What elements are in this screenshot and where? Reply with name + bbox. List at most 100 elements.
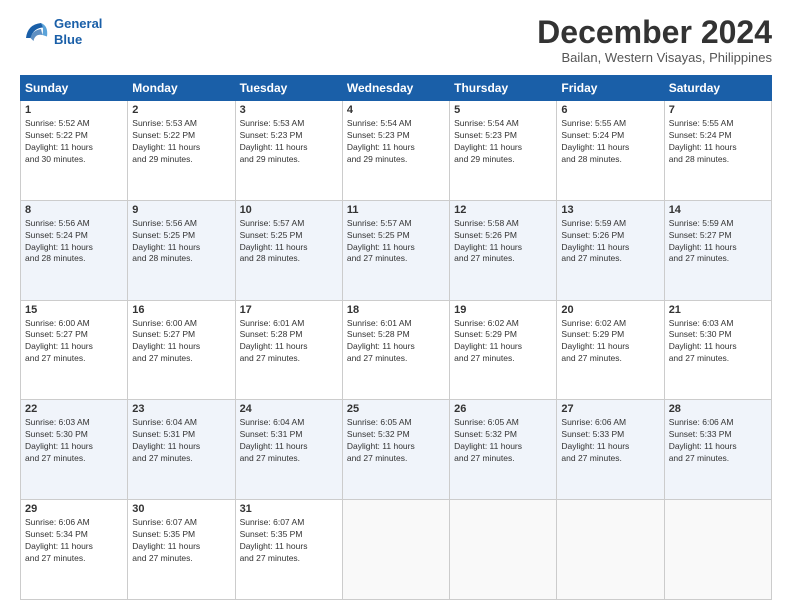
day-number: 31 [240,503,338,515]
calendar-cell: 14Sunrise: 5:59 AM Sunset: 5:27 PM Dayli… [664,200,771,300]
calendar-cell: 7 Sunrise: 5:55 AM Sunset: 5:24 PM Daylig… [664,101,771,201]
weekday-header-saturday: Saturday [664,76,771,101]
day-info: Sunrise: 5:54 AM Sunset: 5:23 PM Dayligh… [347,118,445,166]
day-info: Sunrise: 6:05 AM Sunset: 5:32 PM Dayligh… [347,417,445,465]
subtitle: Bailan, Western Visayas, Philippines [537,50,772,65]
calendar-cell [450,500,557,600]
day-number: 10 [240,204,338,216]
day-number: 2 [132,104,230,116]
day-info: Sunrise: 6:04 AM Sunset: 5:31 PM Dayligh… [240,417,338,465]
calendar-week-2: 8 Sunrise: 5:56 AM Sunset: 5:24 PM Daylig… [21,200,772,300]
day-number: 13 [561,204,659,216]
calendar-cell: 9 Sunrise: 5:56 AM Sunset: 5:25 PM Daylig… [128,200,235,300]
logo-text: General Blue [54,16,102,47]
day-info: Sunrise: 6:02 AM Sunset: 5:29 PM Dayligh… [454,318,552,366]
day-number: 14 [669,204,767,216]
calendar-header-row: SundayMondayTuesdayWednesdayThursdayFrid… [21,76,772,101]
day-number: 8 [25,204,123,216]
calendar-cell: 2 Sunrise: 5:53 AM Sunset: 5:22 PM Daylig… [128,101,235,201]
day-info: Sunrise: 5:56 AM Sunset: 5:24 PM Dayligh… [25,218,123,266]
calendar-cell: 20 Sunrise: 6:02 AM Sunset: 5:29 PM Dayli… [557,300,664,400]
calendar-cell: 26 Sunrise: 6:05 AM Sunset: 5:32 PM Dayli… [450,400,557,500]
calendar-cell: 24Sunrise: 6:04 AM Sunset: 5:31 PM Dayli… [235,400,342,500]
calendar-cell: 21 Sunrise: 6:03 AM Sunset: 5:30 PM Dayli… [664,300,771,400]
calendar-cell: 1Sunrise: 5:52 AM Sunset: 5:22 PM Daylig… [21,101,128,201]
calendar-cell: 15 Sunrise: 6:00 AM Sunset: 5:27 PM Dayli… [21,300,128,400]
logo: General Blue [20,16,102,47]
calendar-cell: 10 Sunrise: 5:57 AM Sunset: 5:25 PM Dayli… [235,200,342,300]
day-number: 12 [454,204,552,216]
day-info: Sunrise: 6:00 AM Sunset: 5:27 PM Dayligh… [25,318,123,366]
calendar-cell: 28Sunrise: 6:06 AM Sunset: 5:33 PM Dayli… [664,400,771,500]
calendar-cell: 29Sunrise: 6:06 AM Sunset: 5:34 PM Dayli… [21,500,128,600]
day-info: Sunrise: 5:53 AM Sunset: 5:22 PM Dayligh… [132,118,230,166]
day-number: 17 [240,304,338,316]
day-info: Sunrise: 6:06 AM Sunset: 5:34 PM Dayligh… [25,517,123,565]
day-number: 9 [132,204,230,216]
day-info: Sunrise: 5:58 AM Sunset: 5:26 PM Dayligh… [454,218,552,266]
weekday-header-tuesday: Tuesday [235,76,342,101]
calendar-cell: 4 Sunrise: 5:54 AM Sunset: 5:23 PM Daylig… [342,101,449,201]
calendar-cell [557,500,664,600]
day-number: 27 [561,403,659,415]
day-info: Sunrise: 6:02 AM Sunset: 5:29 PM Dayligh… [561,318,659,366]
day-number: 28 [669,403,767,415]
day-info: Sunrise: 5:53 AM Sunset: 5:23 PM Dayligh… [240,118,338,166]
calendar-cell: 25 Sunrise: 6:05 AM Sunset: 5:32 PM Dayli… [342,400,449,500]
calendar-week-1: 1Sunrise: 5:52 AM Sunset: 5:22 PM Daylig… [21,101,772,201]
day-info: Sunrise: 5:55 AM Sunset: 5:24 PM Dayligh… [669,118,767,166]
day-number: 18 [347,304,445,316]
calendar-cell: 27Sunrise: 6:06 AM Sunset: 5:33 PM Dayli… [557,400,664,500]
day-info: Sunrise: 6:03 AM Sunset: 5:30 PM Dayligh… [669,318,767,366]
calendar-cell: 31 Sunrise: 6:07 AM Sunset: 5:35 PM Dayli… [235,500,342,600]
day-info: Sunrise: 5:59 AM Sunset: 5:26 PM Dayligh… [561,218,659,266]
day-info: Sunrise: 5:56 AM Sunset: 5:25 PM Dayligh… [132,218,230,266]
weekday-header-wednesday: Wednesday [342,76,449,101]
day-info: Sunrise: 6:07 AM Sunset: 5:35 PM Dayligh… [240,517,338,565]
day-number: 23 [132,403,230,415]
calendar-cell: 16Sunrise: 6:00 AM Sunset: 5:27 PM Dayli… [128,300,235,400]
calendar-week-5: 29Sunrise: 6:06 AM Sunset: 5:34 PM Dayli… [21,500,772,600]
page: General Blue December 2024 Bailan, Weste… [0,0,792,612]
day-info: Sunrise: 6:00 AM Sunset: 5:27 PM Dayligh… [132,318,230,366]
day-number: 3 [240,104,338,116]
day-number: 26 [454,403,552,415]
calendar-cell: 8 Sunrise: 5:56 AM Sunset: 5:24 PM Daylig… [21,200,128,300]
day-info: Sunrise: 6:07 AM Sunset: 5:35 PM Dayligh… [132,517,230,565]
day-info: Sunrise: 6:05 AM Sunset: 5:32 PM Dayligh… [454,417,552,465]
calendar-cell: 3 Sunrise: 5:53 AM Sunset: 5:23 PM Daylig… [235,101,342,201]
day-number: 21 [669,304,767,316]
calendar-cell: 23Sunrise: 6:04 AM Sunset: 5:31 PM Dayli… [128,400,235,500]
calendar-cell [342,500,449,600]
calendar-cell [664,500,771,600]
weekday-header-sunday: Sunday [21,76,128,101]
day-number: 6 [561,104,659,116]
day-number: 7 [669,104,767,116]
day-number: 11 [347,204,445,216]
calendar-cell: 12 Sunrise: 5:58 AM Sunset: 5:26 PM Dayli… [450,200,557,300]
day-number: 25 [347,403,445,415]
calendar-week-3: 15 Sunrise: 6:00 AM Sunset: 5:27 PM Dayli… [21,300,772,400]
day-number: 4 [347,104,445,116]
day-number: 30 [132,503,230,515]
day-number: 15 [25,304,123,316]
weekday-header-monday: Monday [128,76,235,101]
day-number: 1 [25,104,123,116]
calendar-cell: 19Sunrise: 6:02 AM Sunset: 5:29 PM Dayli… [450,300,557,400]
day-info: Sunrise: 6:01 AM Sunset: 5:28 PM Dayligh… [347,318,445,366]
day-number: 20 [561,304,659,316]
calendar-table: SundayMondayTuesdayWednesdayThursdayFrid… [20,75,772,600]
logo-line1: General [54,16,102,31]
calendar-cell: 30 Sunrise: 6:07 AM Sunset: 5:35 PM Dayli… [128,500,235,600]
calendar-cell: 18 Sunrise: 6:01 AM Sunset: 5:28 PM Dayli… [342,300,449,400]
day-number: 22 [25,403,123,415]
calendar-cell: 22Sunrise: 6:03 AM Sunset: 5:30 PM Dayli… [21,400,128,500]
calendar-cell: 6Sunrise: 5:55 AM Sunset: 5:24 PM Daylig… [557,101,664,201]
weekday-header-friday: Friday [557,76,664,101]
day-info: Sunrise: 6:01 AM Sunset: 5:28 PM Dayligh… [240,318,338,366]
calendar-week-4: 22Sunrise: 6:03 AM Sunset: 5:30 PM Dayli… [21,400,772,500]
day-info: Sunrise: 5:57 AM Sunset: 5:25 PM Dayligh… [240,218,338,266]
calendar-cell: 17 Sunrise: 6:01 AM Sunset: 5:28 PM Dayli… [235,300,342,400]
calendar-cell: 13 Sunrise: 5:59 AM Sunset: 5:26 PM Dayli… [557,200,664,300]
main-title: December 2024 [537,16,772,48]
